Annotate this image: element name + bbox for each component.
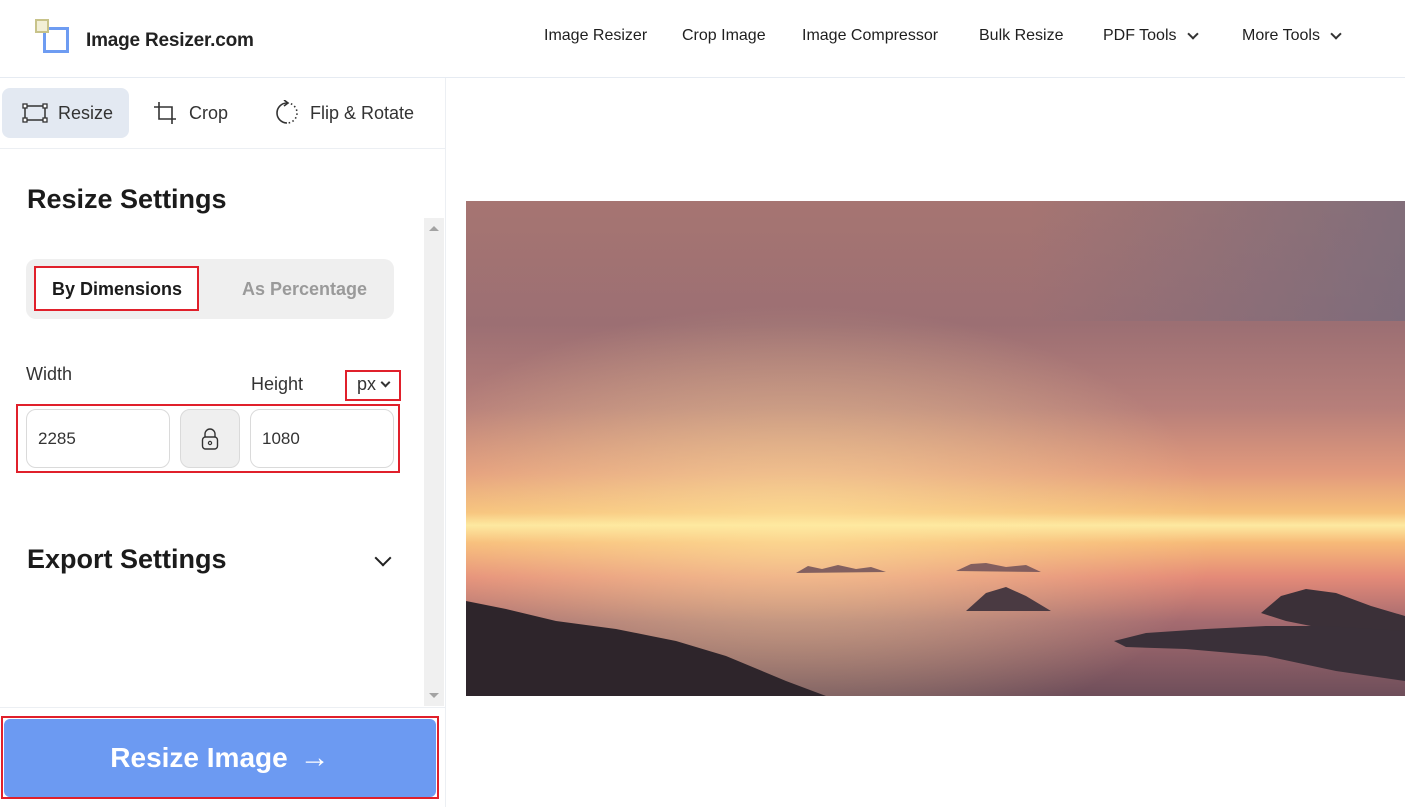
arrow-right-icon: →	[299, 741, 330, 774]
unit-value: px	[357, 374, 377, 394]
resize-settings-title: Resize Settings	[27, 184, 227, 214]
lock-icon	[201, 427, 219, 450]
nav-label: Crop Image	[682, 27, 766, 44]
settings-sidebar: Resize Crop Flip & Rotate Resize Setting…	[0, 78, 446, 807]
tab-resize[interactable]: Resize	[2, 88, 129, 138]
by-dimensions-button[interactable]: By Dimensions	[35, 268, 199, 310]
export-settings-title[interactable]: Export Settings	[27, 544, 227, 575]
as-percentage-button[interactable]: As Percentage	[222, 268, 387, 310]
width-label: Width	[26, 364, 73, 384]
resize-image-button[interactable]: Resize Image →	[4, 719, 436, 797]
nav-more-tools[interactable]: More Tools	[1242, 27, 1342, 45]
nav-image-compressor[interactable]: Image Compressor	[802, 27, 938, 45]
site-header: Image Resizer.com Image Resizer Crop Ima…	[0, 0, 1405, 78]
height-label: Height	[251, 374, 304, 394]
scroll-up-arrow-icon[interactable]	[429, 226, 439, 231]
divider	[0, 707, 445, 708]
height-input[interactable]: 1080	[250, 409, 394, 468]
nav-label: More Tools	[1242, 27, 1320, 44]
width-input[interactable]: 2285	[26, 409, 170, 468]
crop-icon	[154, 102, 176, 124]
sidebar-scrollbar[interactable]	[424, 218, 444, 706]
resize-icon	[22, 103, 48, 123]
tool-tabs: Resize Crop Flip & Rotate	[0, 78, 445, 149]
nav-image-resizer[interactable]: Image Resizer	[544, 27, 647, 45]
image-preview	[466, 201, 1405, 696]
sunset-photo	[466, 201, 1405, 696]
resize-mode-toggle: By Dimensions As Percentage	[26, 259, 394, 319]
nav-label: Bulk Resize	[979, 27, 1064, 44]
rotate-icon	[276, 100, 298, 124]
nav-label: Image Resizer	[544, 27, 648, 44]
tab-label: Flip & Rotate	[310, 102, 415, 123]
nav-pdf-tools[interactable]: PDF Tools	[1103, 27, 1199, 45]
chevron-down-icon[interactable]	[374, 549, 392, 567]
chevron-down-icon	[1186, 28, 1199, 40]
aspect-lock-button[interactable]	[180, 409, 240, 468]
tab-label: Resize	[58, 102, 114, 123]
tab-flip-rotate[interactable]: Flip & Rotate	[274, 88, 424, 138]
nav-label: PDF Tools	[1103, 27, 1177, 44]
chevron-down-icon	[1330, 28, 1342, 40]
scroll-down-arrow-icon[interactable]	[429, 693, 439, 698]
tab-crop[interactable]: Crop	[153, 88, 243, 138]
unit-select[interactable]: px	[357, 374, 391, 395]
brand-name[interactable]: Image Resizer.com	[86, 30, 254, 52]
logo-icon[interactable]	[35, 19, 71, 55]
nav-crop-image[interactable]: Crop Image	[682, 27, 766, 45]
chevron-down-icon	[380, 377, 391, 388]
button-label: Resize Image	[110, 742, 288, 773]
nav-label: Image Compressor	[802, 27, 939, 44]
tab-label: Crop	[189, 102, 229, 123]
nav-bulk-resize[interactable]: Bulk Resize	[979, 27, 1063, 45]
